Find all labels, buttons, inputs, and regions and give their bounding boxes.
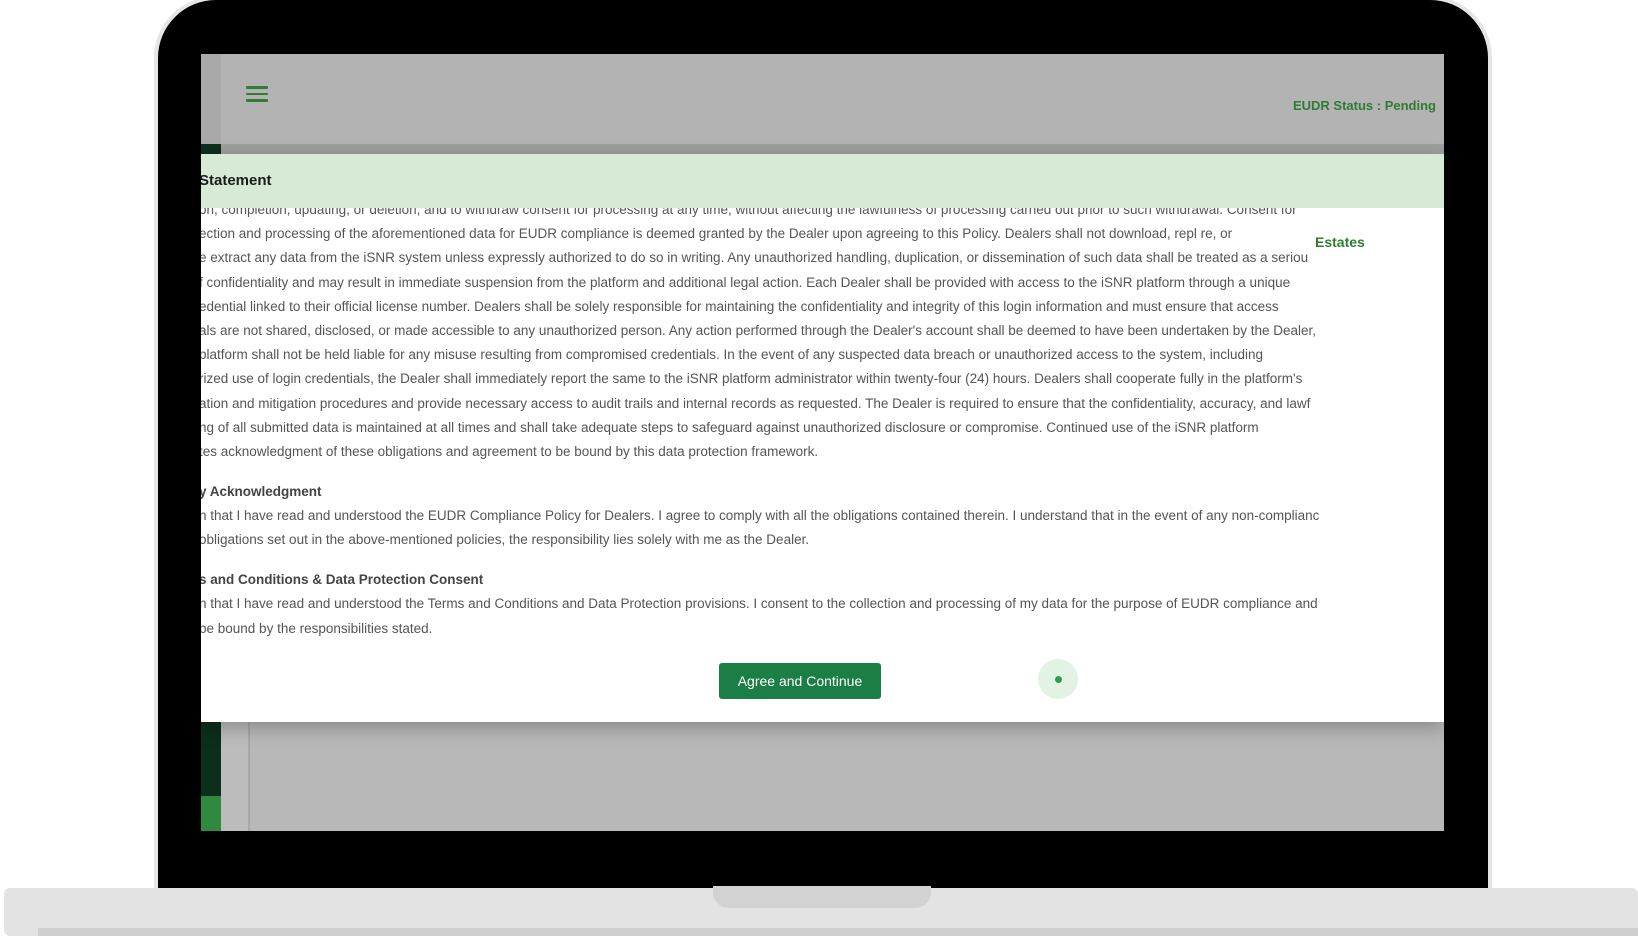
data-protection-paragraph: on, completion, updating, or deletion, a… <box>201 208 1444 464</box>
agree-and-continue-button[interactable]: Agree and Continue <box>719 663 881 699</box>
text-line: obligations set out in the above-mention… <box>201 532 810 548</box>
modal-title: Statement <box>201 172 272 189</box>
modal-header: Statement <box>201 154 1444 208</box>
app-screen: EUDR Status : Pending Statement on, comp… <box>201 54 1444 831</box>
app-header <box>201 54 1444 144</box>
estates-tag: Estates <box>1311 234 1369 250</box>
hamburger-menu-icon[interactable] <box>246 86 268 104</box>
acknowledgment-heading: y Acknowledgment <box>201 484 322 500</box>
background-content-panel <box>248 721 1444 831</box>
sidebar-active-item[interactable] <box>201 796 221 831</box>
text-line: on, completion, updating, or deletion, a… <box>201 208 1297 217</box>
acknowledgment-paragraph: n that I have read and understood the EU… <box>201 504 1444 552</box>
text-line: edential linked to their official licens… <box>201 298 1279 314</box>
text-line: tes acknowledgment of these obligations … <box>201 443 819 459</box>
terms-heading: s and Conditions & Data Protection Conse… <box>201 572 484 588</box>
header-divider <box>221 144 1444 154</box>
text-line: n that I have read and understood the EU… <box>201 508 1320 524</box>
text-line: ng of all submitted data is maintained a… <box>201 419 1259 435</box>
text-line: be bound by the responsibilities stated. <box>201 620 433 636</box>
text-line: als are not shared, disclosed, or made a… <box>201 322 1317 338</box>
eudr-status-label: EUDR Status : Pending <box>1292 98 1436 113</box>
laptop-base-shadow <box>38 928 1638 936</box>
loading-spinner-icon <box>1038 659 1078 699</box>
terms-paragraph: n that I have read and understood the Te… <box>201 592 1444 638</box>
text-line: ection and processing of the aforementio… <box>201 226 1233 242</box>
laptop-notch <box>713 886 931 908</box>
policy-modal: Statement on, completion, updating, or d… <box>201 154 1444 722</box>
loading-dot <box>1055 676 1062 683</box>
text-line: f confidentiality and may result in imme… <box>201 274 1291 290</box>
text-line: platform shall not be held liable for an… <box>201 347 1264 363</box>
text-line: ation and mitigation procedures and prov… <box>201 395 1311 411</box>
text-line: n that I have read and understood the Te… <box>201 596 1318 612</box>
text-line: e extract any data from the iSNR system … <box>201 250 1309 266</box>
modal-body[interactable]: on, completion, updating, or deletion, a… <box>201 208 1444 638</box>
text-line: rized use of login credentials, the Deal… <box>201 371 1303 387</box>
